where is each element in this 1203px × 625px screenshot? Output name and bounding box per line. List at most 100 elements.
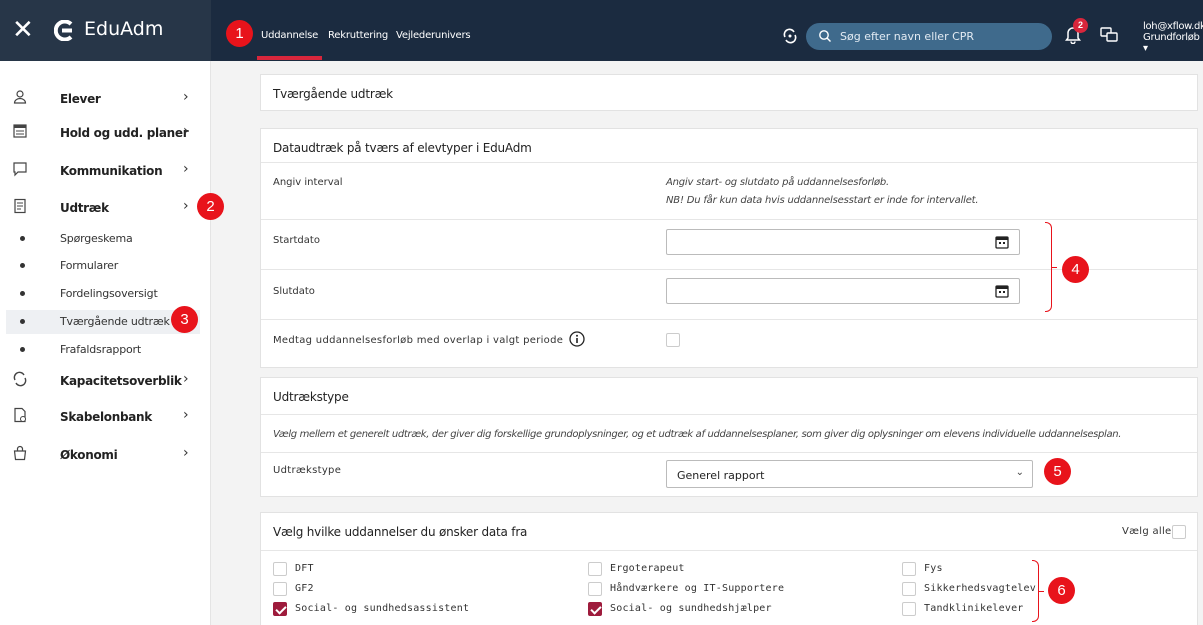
calendar-icon[interactable]	[995, 235, 1009, 249]
edu-checkbox-haandvaerkere[interactable]	[588, 582, 602, 596]
annotation-bracket	[1032, 560, 1044, 622]
end-date-input[interactable]	[666, 278, 1020, 304]
search-icon	[819, 30, 831, 42]
overlap-checkbox[interactable]	[666, 333, 680, 347]
sidebar-item-label: Kapacitetsoverblik	[60, 374, 182, 388]
person-icon	[13, 90, 27, 104]
edu-checkbox-dft[interactable]	[273, 562, 287, 576]
sidebar-item-oekonomi[interactable]: Økonomi ›	[0, 439, 211, 469]
edu-checkbox-fys[interactable]	[902, 562, 916, 576]
sidebar-item-label: Elever	[60, 92, 101, 106]
edu-label: Tandklinikelever	[924, 603, 1024, 614]
app-name: EduAdm	[84, 18, 164, 40]
marker-1: 1	[226, 20, 253, 47]
start-date-label: Startdato	[273, 235, 320, 246]
edu-label: GF2	[295, 583, 314, 594]
document-icon	[14, 198, 26, 214]
sidebar-subitem-label: Spørgeskema	[60, 232, 133, 245]
edu-checkbox-sosu-hjaelper[interactable]	[588, 602, 602, 616]
sidebar-item-kommunikation[interactable]: Kommunikation ›	[0, 155, 211, 185]
brand-area: ✕ EduAdm	[0, 0, 211, 61]
interval-help: Angiv start- og slutdato på uddannelsesf…	[666, 177, 890, 188]
bullet-icon	[20, 291, 25, 296]
edu-label: Ergoterapeut	[610, 563, 685, 574]
divider	[261, 414, 1197, 415]
type-label: Udtrækstype	[273, 465, 342, 476]
sidebar-item-udtraek[interactable]: Udtræk ›	[0, 192, 211, 222]
notification-badge: 2	[1073, 18, 1088, 33]
select-all-checkbox[interactable]	[1172, 525, 1186, 539]
bullet-icon	[20, 319, 25, 324]
interval-note: NB! Du får kun data hvis uddannelsesstar…	[666, 195, 979, 206]
capacity-icon	[13, 371, 27, 387]
capacity-icon[interactable]	[782, 28, 798, 44]
sidebar-subitem-formularer[interactable]: Formularer	[0, 254, 211, 278]
divider	[261, 219, 1197, 220]
sidebar-item-elever[interactable]: Elever ›	[0, 83, 211, 113]
close-icon[interactable]: ✕	[12, 16, 34, 42]
user-email: loh@xflow.dk	[1143, 21, 1203, 32]
section-title: Udtrækstype	[273, 390, 349, 404]
end-date-label: Slutdato	[273, 286, 315, 297]
sidebar-item-label: Økonomi	[60, 448, 118, 462]
sidebar-subitem-fordelingsoversigt[interactable]: Fordelingsoversigt	[0, 282, 211, 306]
bullet-icon	[20, 263, 25, 268]
sidebar-item-label: Kommunikation	[60, 164, 163, 178]
extract-type-select[interactable]: Generel rapport ⌄	[666, 460, 1033, 488]
edu-checkbox-tandklinikelever[interactable]	[902, 602, 916, 616]
marker-5: 5	[1044, 458, 1071, 485]
sidebar-subitem-spoergeskema[interactable]: Spørgeskema	[0, 227, 211, 251]
user-role: Grundforløb	[1143, 32, 1200, 43]
edu-label: Social- og sundhedsassistent	[295, 603, 470, 614]
sidebar-item-hold[interactable]: Hold og udd. planer ›	[0, 117, 211, 147]
sidebar-subitem-frafaldsrapport[interactable]: Frafaldsrapport	[0, 338, 211, 362]
divider	[261, 162, 1197, 163]
divider	[261, 269, 1197, 270]
marker-4: 4	[1062, 256, 1089, 283]
bullet-icon	[20, 236, 25, 241]
chevron-right-icon: ›	[183, 371, 189, 387]
edu-label: DFT	[295, 563, 314, 574]
select-value: Generel rapport	[677, 469, 765, 482]
overlap-label: Medtag uddannelsesforløb med overlap i v…	[273, 335, 564, 346]
chevron-right-icon: ›	[183, 198, 189, 214]
marker-3: 3	[171, 306, 198, 333]
start-date-input[interactable]	[666, 229, 1020, 255]
user-menu[interactable]: loh@xflow.dk Grundforløb ▾	[1143, 21, 1203, 54]
edu-label: Sikkerhedsvagtelev	[924, 583, 1036, 594]
chat-icon[interactable]	[1100, 27, 1118, 43]
sidebar-item-kapacitetsoverblik[interactable]: Kapacitetsoverblik ›	[0, 365, 211, 395]
chevron-right-icon: ›	[183, 123, 189, 139]
tab-vejlederunivers[interactable]: Vejlederunivers	[396, 30, 471, 41]
bag-icon	[13, 445, 27, 461]
sidebar-item-skabelonbank[interactable]: Skabelonbank ›	[0, 401, 211, 431]
edu-checkbox-sikkerhedsvagtelev[interactable]	[902, 582, 916, 596]
edu-checkbox-ergoterapeut[interactable]	[588, 562, 602, 576]
sidebar-subitem-label: Formularer	[60, 259, 119, 272]
divider	[261, 452, 1197, 453]
top-bar: ✕ EduAdm Uddannelse Rekruttering Vejlede…	[0, 0, 1203, 61]
section-title: Vælg hvilke uddannelser du ønsker data f…	[273, 525, 528, 539]
sidebar: Elever › Hold og udd. planer › Kommunika…	[0, 61, 211, 625]
annotation-bracket	[1045, 222, 1057, 312]
page-title-card: Tværgående udtræk	[260, 74, 1198, 111]
edu-label: Fys	[924, 563, 943, 574]
search-input[interactable]: Søg efter navn eller CPR	[806, 23, 1052, 50]
chevron-right-icon: ›	[183, 445, 189, 461]
chevron-down-icon: ⌄	[1015, 467, 1024, 478]
eduadm-logo-icon	[54, 20, 73, 41]
divider	[261, 550, 1197, 551]
sidebar-item-label: Skabelonbank	[60, 410, 152, 424]
edu-checkbox-gf2[interactable]	[273, 582, 287, 596]
calendar-icon[interactable]	[995, 284, 1009, 298]
sidebar-subitem-label: Fordelingsoversigt	[60, 287, 158, 300]
education-card: Vælg hvilke uddannelser du ønsker data f…	[260, 512, 1198, 625]
bullet-icon	[20, 347, 25, 352]
tab-uddannelse[interactable]: Uddannelse	[256, 30, 323, 60]
tab-rekruttering[interactable]: Rekruttering	[328, 30, 388, 41]
divider	[261, 319, 1197, 320]
sidebar-item-label: Hold og udd. planer	[60, 126, 189, 140]
info-icon[interactable]	[569, 331, 585, 347]
chevron-right-icon: ›	[183, 89, 189, 105]
edu-checkbox-sosu-assistent[interactable]	[273, 602, 287, 616]
